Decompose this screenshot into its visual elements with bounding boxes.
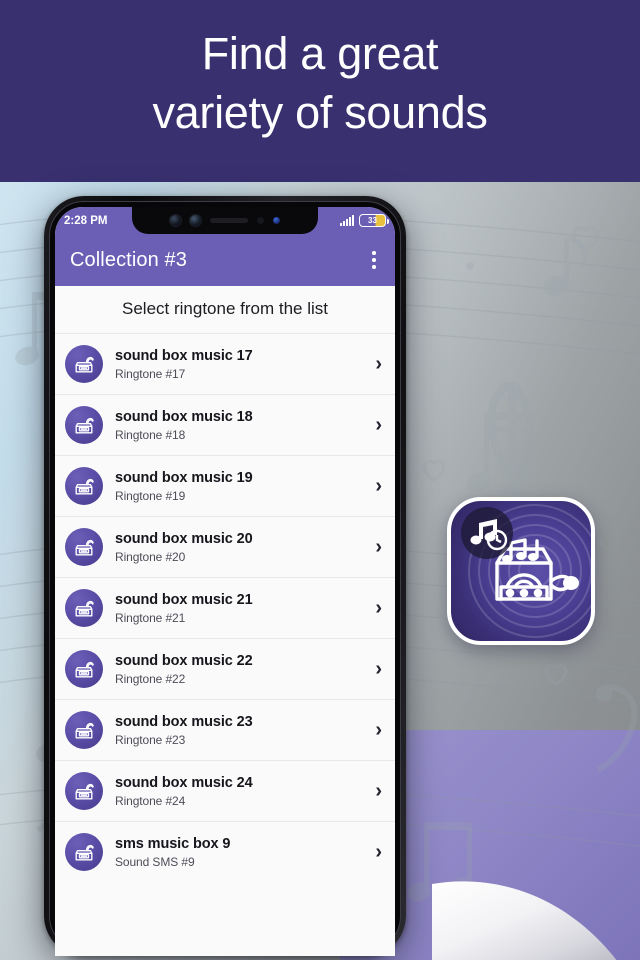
list-item-title: sound box music 17: [115, 347, 253, 364]
list-item-subtitle: Ringtone #22: [115, 672, 186, 687]
chevron-right-icon[interactable]: ›: [369, 781, 382, 801]
list-item[interactable]: sound box music 20 Ringtone #20 ›: [55, 516, 395, 577]
list-item-subtitle: Ringtone #24: [115, 794, 186, 809]
signal-bars-icon: [340, 215, 354, 226]
music-box-icon: [65, 589, 103, 627]
battery-level-label: 33: [368, 216, 377, 225]
list-item-title: sound box music 19: [115, 469, 253, 486]
list-item-subtitle: Ringtone #18: [115, 428, 186, 443]
list-item[interactable]: sound box music 22 Ringtone #22 ›: [55, 638, 395, 699]
chevron-right-icon[interactable]: ›: [369, 354, 382, 374]
music-box-icon: [65, 345, 103, 383]
app-bar-title: Collection #3: [70, 248, 187, 271]
list-item-text: sound box music 17 Ringtone #17: [115, 347, 369, 381]
battery-icon: 33: [359, 214, 389, 227]
music-box-icon: [65, 467, 103, 505]
list-item-title: sound box music 22: [115, 652, 253, 669]
list-item-text: sound box music 22 Ringtone #22: [115, 652, 369, 686]
list-item-subtitle: Sound SMS #9: [115, 855, 195, 870]
page-title: Find a great variety of sounds: [152, 28, 488, 139]
list-item-title: sound box music 18: [115, 408, 253, 425]
list-item-text: sound box music 23 Ringtone #23: [115, 713, 369, 747]
chevron-right-icon[interactable]: ›: [369, 415, 382, 435]
list-item[interactable]: sound box music 18 Ringtone #18 ›: [55, 394, 395, 455]
list-header-label: Select ringtone from the list: [122, 299, 328, 318]
light-sensor-icon: [273, 217, 280, 224]
list-item-text: sound box music 24 Ringtone #24: [115, 774, 369, 808]
list-item[interactable]: sound box music 19 Ringtone #19 ›: [55, 455, 395, 516]
music-box-icon: [65, 650, 103, 688]
chevron-right-icon[interactable]: ›: [369, 537, 382, 557]
music-box-icon: [65, 711, 103, 749]
list-item-subtitle: Ringtone #19: [115, 489, 186, 504]
list-item-title: sound box music 20: [115, 530, 253, 547]
ringtone-list-container[interactable]: Select ringtone from the list sound box …: [55, 286, 395, 956]
list-item[interactable]: sound box music 23 Ringtone #23 ›: [55, 699, 395, 760]
list-item-title: sms music box 9: [115, 835, 231, 852]
chevron-right-icon[interactable]: ›: [369, 720, 382, 740]
chevron-right-icon[interactable]: ›: [369, 659, 382, 679]
list-item-title: sound box music 23: [115, 713, 253, 730]
ringtone-list[interactable]: sound box music 17 Ringtone #17 › sound box…: [55, 333, 395, 882]
phone-mockup: 2:28 PM 33 Collection #3 Select ringtone…: [44, 196, 406, 956]
list-item[interactable]: sound box music 17 Ringtone #17 ›: [55, 333, 395, 394]
list-item-subtitle: Ringtone #21: [115, 611, 186, 626]
chevron-right-icon[interactable]: ›: [369, 476, 382, 496]
chevron-right-icon[interactable]: ›: [369, 598, 382, 618]
app-bar: Collection #3: [55, 234, 395, 286]
chevron-right-icon[interactable]: ›: [369, 842, 382, 862]
front-camera-secondary-icon: [190, 215, 201, 226]
list-item[interactable]: sound box music 24 Ringtone #24 ›: [55, 760, 395, 821]
phone-screen: 2:28 PM 33 Collection #3 Select ringtone…: [55, 207, 395, 956]
promo-band: Find a great variety of sounds: [0, 0, 640, 182]
music-box-app-icon: [447, 497, 595, 645]
list-item-text: sound box music 20 Ringtone #20: [115, 530, 369, 564]
list-item-title: sound box music 21: [115, 591, 253, 608]
list-item-subtitle: Ringtone #23: [115, 733, 186, 748]
page-curl-icon: [432, 881, 617, 960]
list-item-text: sound box music 19 Ringtone #19: [115, 469, 369, 503]
list-item-subtitle: Ringtone #20: [115, 550, 186, 565]
status-time: 2:28 PM: [64, 214, 108, 227]
proximity-sensor-icon: [257, 217, 264, 224]
music-box-icon: [65, 528, 103, 566]
list-item-text: sms music box 9 Sound SMS #9: [115, 835, 369, 869]
status-icons: 33: [340, 214, 389, 227]
list-item-text: sound box music 18 Ringtone #18: [115, 408, 369, 442]
more-vertical-icon[interactable]: [368, 247, 380, 272]
list-item[interactable]: sound box music 21 Ringtone #21 ›: [55, 577, 395, 638]
music-box-icon: [65, 772, 103, 810]
phone-notch: [132, 207, 318, 234]
list-item-title: sound box music 24: [115, 774, 253, 791]
front-camera-icon: [170, 215, 181, 226]
list-item-text: sound box music 21 Ringtone #21: [115, 591, 369, 625]
music-box-icon: [65, 406, 103, 444]
earpiece-speaker-icon: [210, 218, 248, 223]
music-box-icon: [65, 833, 103, 871]
list-item-subtitle: Ringtone #17: [115, 367, 186, 382]
list-item[interactable]: sms music box 9 Sound SMS #9 ›: [55, 821, 395, 882]
